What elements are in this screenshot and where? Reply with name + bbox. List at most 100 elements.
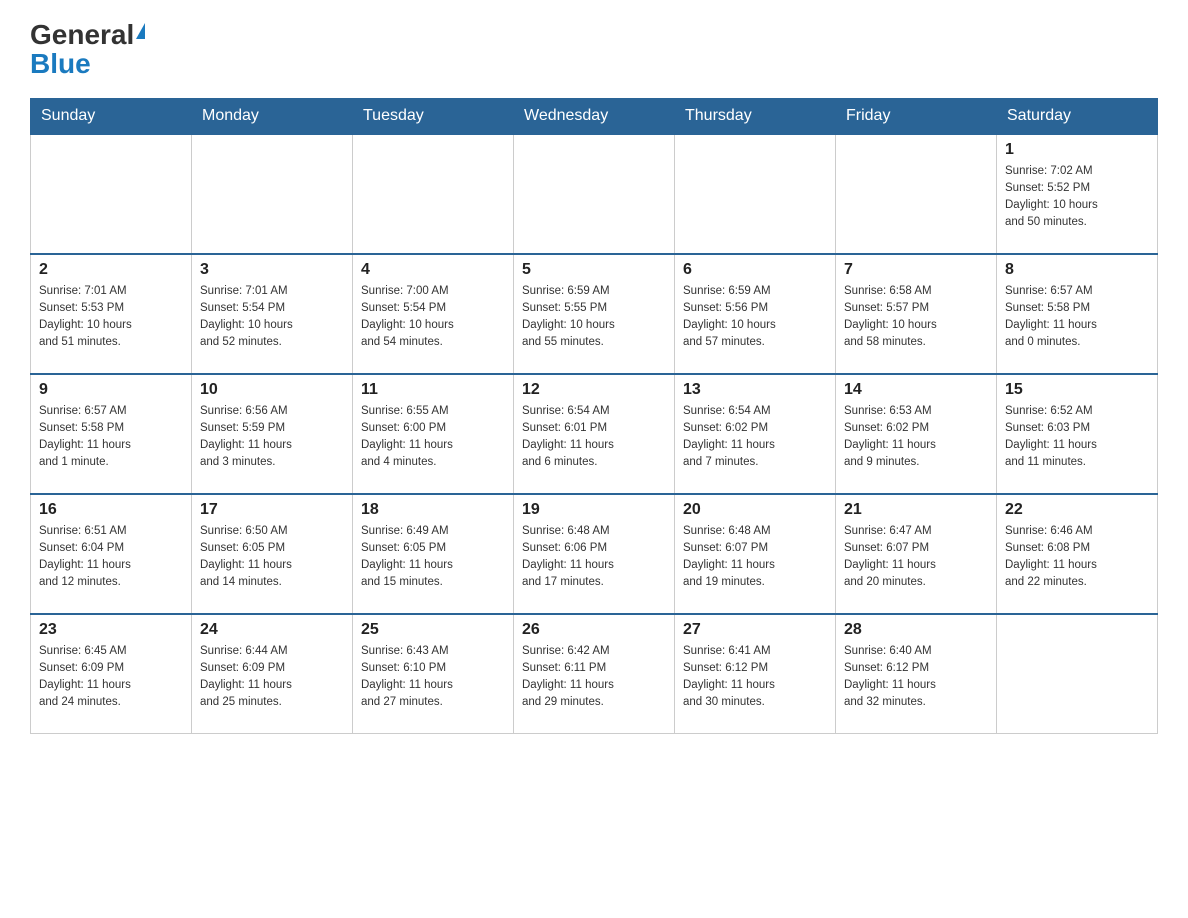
day-info: Sunrise: 7:02 AM Sunset: 5:52 PM Dayligh…: [1005, 163, 1149, 232]
calendar-week-4: 16 Sunrise: 6:51 AM Sunset: 6:04 PM Dayli…: [31, 494, 1158, 614]
logo-blue: Blue: [30, 49, 91, 80]
day-number: 1: [1005, 141, 1149, 159]
logo: General Blue: [30, 20, 145, 80]
calendar-cell: 7Sunrise: 6:58 AM Sunset: 5:57 PM Daylig…: [836, 254, 997, 374]
day-info: Sunrise: 6:53 AM Sunset: 6:02 PM Dayligh…: [844, 403, 988, 472]
day-number: 3: [200, 261, 344, 279]
weekday-header-thursday: Thursday: [675, 98, 836, 134]
day-info: Sunrise: 6:51 AM Sunset: 6:04 PM Dayligh…: [39, 523, 183, 592]
calendar-table: SundayMondayTuesdayWednesdayThursdayFrid…: [30, 98, 1158, 735]
calendar-cell: 12 Sunrise: 6:54 AM Sunset: 6:01 PM Dayli…: [514, 374, 675, 494]
calendar-cell: 16 Sunrise: 6:51 AM Sunset: 6:04 PM Dayli…: [31, 494, 192, 614]
calendar-cell: 15 Sunrise: 6:52 AM Sunset: 6:03 PM Dayli…: [997, 374, 1158, 494]
calendar-cell: 13 Sunrise: 6:54 AM Sunset: 6:02 PM Dayli…: [675, 374, 836, 494]
day-info: Sunrise: 6:58 AM Sunset: 5:57 PM Dayligh…: [844, 283, 988, 352]
day-info: Sunrise: 6:59 AM Sunset: 5:56 PM Dayligh…: [683, 283, 827, 352]
day-number: 12: [522, 381, 666, 399]
calendar-cell: 6 Sunrise: 6:59 AM Sunset: 5:56 PM Daylig…: [675, 254, 836, 374]
day-info: Sunrise: 6:57 AM Sunset: 5:58 PM Dayligh…: [39, 403, 183, 472]
weekday-header-monday: Monday: [192, 98, 353, 134]
day-number: 9: [39, 381, 183, 399]
day-number: 10: [200, 381, 344, 399]
day-info: Sunrise: 7:01 AM Sunset: 5:54 PM Dayligh…: [200, 283, 344, 352]
logo-general: General: [30, 20, 134, 51]
weekday-header-tuesday: Tuesday: [353, 98, 514, 134]
day-info: Sunrise: 6:48 AM Sunset: 6:06 PM Dayligh…: [522, 523, 666, 592]
day-info: Sunrise: 7:01 AM Sunset: 5:53 PM Dayligh…: [39, 283, 183, 352]
day-number: 4: [361, 261, 505, 279]
day-number: 14: [844, 381, 988, 399]
day-number: 24: [200, 621, 344, 639]
calendar-cell: 20 Sunrise: 6:48 AM Sunset: 6:07 PM Dayli…: [675, 494, 836, 614]
calendar-cell: 24 Sunrise: 6:44 AM Sunset: 6:09 PM Dayli…: [192, 614, 353, 734]
day-number: 15: [1005, 381, 1149, 399]
calendar-cell: [31, 134, 192, 254]
day-info: Sunrise: 6:59 AM Sunset: 5:55 PM Dayligh…: [522, 283, 666, 352]
calendar-cell: 23Sunrise: 6:45 AM Sunset: 6:09 PM Dayli…: [31, 614, 192, 734]
calendar-week-1: 1 Sunrise: 7:02 AM Sunset: 5:52 PM Daylig…: [31, 134, 1158, 254]
day-number: 13: [683, 381, 827, 399]
calendar-cell: 17 Sunrise: 6:50 AM Sunset: 6:05 PM Dayli…: [192, 494, 353, 614]
day-number: 20: [683, 501, 827, 519]
day-info: Sunrise: 6:57 AM Sunset: 5:58 PM Dayligh…: [1005, 283, 1149, 352]
day-info: Sunrise: 6:46 AM Sunset: 6:08 PM Dayligh…: [1005, 523, 1149, 592]
logo-triangle-icon: [136, 23, 145, 39]
calendar-cell: [514, 134, 675, 254]
day-number: 25: [361, 621, 505, 639]
day-number: 28: [844, 621, 988, 639]
day-number: 5: [522, 261, 666, 279]
calendar-cell: 2 Sunrise: 7:01 AM Sunset: 5:53 PM Daylig…: [31, 254, 192, 374]
weekday-header-saturday: Saturday: [997, 98, 1158, 134]
day-info: Sunrise: 6:49 AM Sunset: 6:05 PM Dayligh…: [361, 523, 505, 592]
weekday-header-friday: Friday: [836, 98, 997, 134]
day-info: Sunrise: 6:55 AM Sunset: 6:00 PM Dayligh…: [361, 403, 505, 472]
page-header: General Blue: [30, 20, 1158, 80]
calendar-cell: 28 Sunrise: 6:40 AM Sunset: 6:12 PM Dayli…: [836, 614, 997, 734]
day-info: Sunrise: 6:40 AM Sunset: 6:12 PM Dayligh…: [844, 643, 988, 712]
day-number: 8: [1005, 261, 1149, 279]
day-info: Sunrise: 6:52 AM Sunset: 6:03 PM Dayligh…: [1005, 403, 1149, 472]
day-number: 26: [522, 621, 666, 639]
day-info: Sunrise: 6:44 AM Sunset: 6:09 PM Dayligh…: [200, 643, 344, 712]
calendar-cell: 1 Sunrise: 7:02 AM Sunset: 5:52 PM Daylig…: [997, 134, 1158, 254]
day-number: 22: [1005, 501, 1149, 519]
calendar-cell: 5 Sunrise: 6:59 AM Sunset: 5:55 PM Daylig…: [514, 254, 675, 374]
calendar-week-2: 2 Sunrise: 7:01 AM Sunset: 5:53 PM Daylig…: [31, 254, 1158, 374]
day-info: Sunrise: 6:42 AM Sunset: 6:11 PM Dayligh…: [522, 643, 666, 712]
day-info: Sunrise: 6:43 AM Sunset: 6:10 PM Dayligh…: [361, 643, 505, 712]
day-info: Sunrise: 6:50 AM Sunset: 6:05 PM Dayligh…: [200, 523, 344, 592]
calendar-cell: 10Sunrise: 6:56 AM Sunset: 5:59 PM Dayli…: [192, 374, 353, 494]
calendar-cell: 8 Sunrise: 6:57 AM Sunset: 5:58 PM Daylig…: [997, 254, 1158, 374]
calendar-week-3: 9 Sunrise: 6:57 AM Sunset: 5:58 PM Daylig…: [31, 374, 1158, 494]
calendar-cell: 4 Sunrise: 7:00 AM Sunset: 5:54 PM Daylig…: [353, 254, 514, 374]
day-info: Sunrise: 6:54 AM Sunset: 6:01 PM Dayligh…: [522, 403, 666, 472]
weekday-header-wednesday: Wednesday: [514, 98, 675, 134]
day-info: Sunrise: 6:41 AM Sunset: 6:12 PM Dayligh…: [683, 643, 827, 712]
calendar-cell: 14 Sunrise: 6:53 AM Sunset: 6:02 PM Dayli…: [836, 374, 997, 494]
calendar-week-5: 23Sunrise: 6:45 AM Sunset: 6:09 PM Dayli…: [31, 614, 1158, 734]
day-number: 6: [683, 261, 827, 279]
calendar-cell: [192, 134, 353, 254]
calendar-cell: [353, 134, 514, 254]
calendar-cell: [997, 614, 1158, 734]
day-info: Sunrise: 6:45 AM Sunset: 6:09 PM Dayligh…: [39, 643, 183, 712]
day-info: Sunrise: 6:48 AM Sunset: 6:07 PM Dayligh…: [683, 523, 827, 592]
day-number: 11: [361, 381, 505, 399]
day-info: Sunrise: 6:54 AM Sunset: 6:02 PM Dayligh…: [683, 403, 827, 472]
calendar-cell: 27Sunrise: 6:41 AM Sunset: 6:12 PM Dayli…: [675, 614, 836, 734]
calendar-cell: 21Sunrise: 6:47 AM Sunset: 6:07 PM Dayli…: [836, 494, 997, 614]
day-info: Sunrise: 6:47 AM Sunset: 6:07 PM Dayligh…: [844, 523, 988, 592]
calendar-cell: 3 Sunrise: 7:01 AM Sunset: 5:54 PM Daylig…: [192, 254, 353, 374]
day-number: 18: [361, 501, 505, 519]
calendar-cell: 22 Sunrise: 6:46 AM Sunset: 6:08 PM Dayli…: [997, 494, 1158, 614]
day-number: 16: [39, 501, 183, 519]
calendar-cell: 19 Sunrise: 6:48 AM Sunset: 6:06 PM Dayli…: [514, 494, 675, 614]
day-number: 2: [39, 261, 183, 279]
day-number: 19: [522, 501, 666, 519]
calendar-cell: [675, 134, 836, 254]
calendar-cell: 25 Sunrise: 6:43 AM Sunset: 6:10 PM Dayli…: [353, 614, 514, 734]
day-info: Sunrise: 7:00 AM Sunset: 5:54 PM Dayligh…: [361, 283, 505, 352]
day-number: 17: [200, 501, 344, 519]
weekday-header-row: SundayMondayTuesdayWednesdayThursdayFrid…: [31, 98, 1158, 134]
calendar-cell: 9 Sunrise: 6:57 AM Sunset: 5:58 PM Daylig…: [31, 374, 192, 494]
